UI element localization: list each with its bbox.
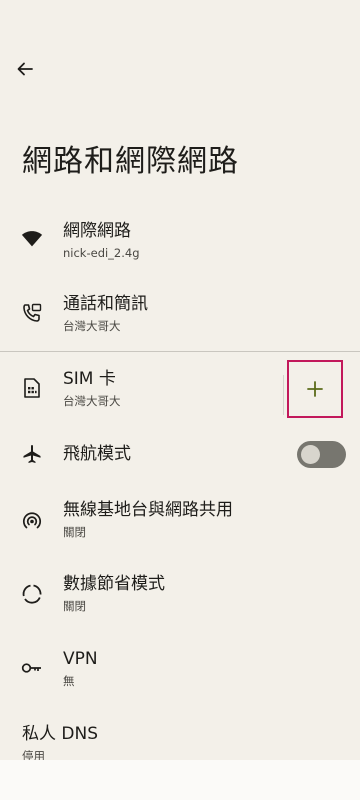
add-sim-button[interactable] — [287, 360, 343, 418]
arrow-left-icon — [17, 62, 33, 76]
hotspot-icon — [21, 510, 43, 532]
data-saver-icon — [21, 583, 43, 605]
item-label: 通話和簡訊 — [63, 294, 148, 314]
sim-card-icon — [21, 377, 43, 399]
vpn-key-icon — [21, 657, 43, 679]
section-divider — [0, 351, 360, 352]
vertical-separator — [283, 375, 284, 415]
list-item-internet[interactable]: 網際網路 nick-edi_2.4g — [0, 214, 360, 282]
item-subtitle: nick-edi_2.4g — [63, 246, 140, 260]
plus-icon — [307, 381, 323, 397]
item-subtitle: 台灣大哥大 — [63, 394, 121, 408]
item-subtitle: 無 — [63, 674, 75, 688]
item-subtitle: 關閉 — [63, 599, 86, 613]
list-item-data-saver[interactable]: 數據節省模式 關閉 — [0, 571, 360, 639]
airplane-mode-toggle[interactable] — [297, 441, 346, 468]
item-label: 私人 DNS — [22, 724, 99, 744]
item-subtitle: 台灣大哥大 — [63, 319, 121, 333]
wifi-icon — [21, 228, 43, 250]
list-item-hotspot[interactable]: 無線基地台與網路共用 關閉 — [0, 497, 360, 565]
back-button[interactable] — [12, 56, 38, 82]
item-label: VPN — [63, 649, 98, 669]
list-item-vpn[interactable]: VPN 無 — [0, 646, 360, 714]
airplane-icon — [21, 443, 43, 465]
list-item-calls-sms[interactable]: 通話和簡訊 台灣大哥大 — [0, 289, 360, 357]
bottom-sheet — [0, 760, 360, 800]
item-label: 網際網路 — [63, 221, 131, 241]
page-title: 網路和網際網路 — [22, 144, 239, 179]
item-label: 飛航模式 — [63, 444, 131, 464]
toggle-knob — [301, 445, 320, 464]
item-label: 數據節省模式 — [63, 574, 165, 594]
item-label: 無線基地台與網路共用 — [63, 500, 233, 520]
item-subtitle: 關閉 — [63, 525, 86, 539]
item-label: SIM 卡 — [63, 369, 116, 389]
call-sms-icon — [21, 302, 43, 324]
